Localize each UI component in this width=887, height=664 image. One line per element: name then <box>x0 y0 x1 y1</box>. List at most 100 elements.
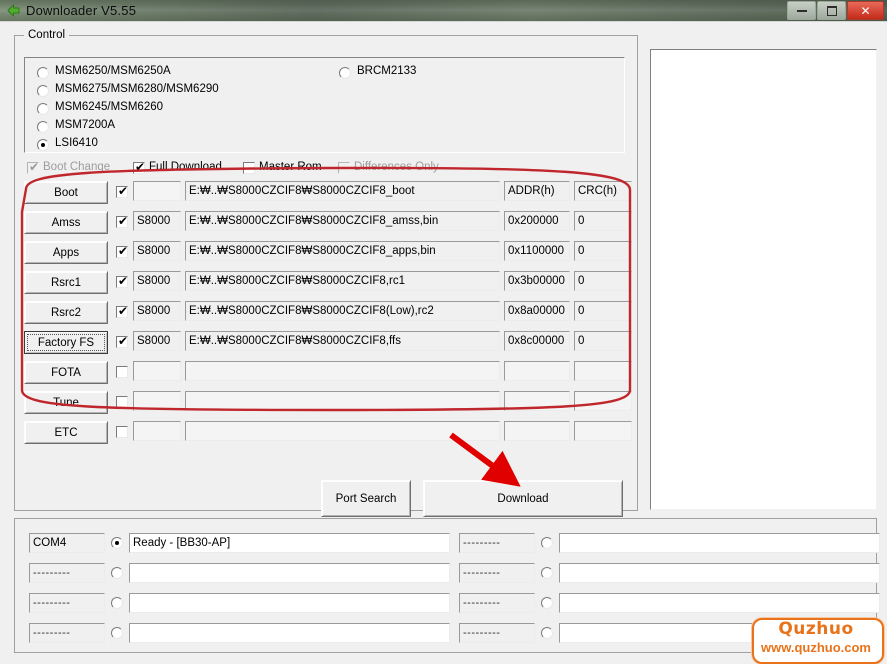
file-row-crc-field-3[interactable]: 0 <box>574 271 632 291</box>
file-row-enable-checkbox-3[interactable]: ✔ <box>116 275 128 288</box>
file-row-button-label: Tune <box>53 396 79 409</box>
minimize-button[interactable] <box>787 1 816 20</box>
radio-indicator[interactable] <box>37 67 49 79</box>
file-row-crc-field-6[interactable] <box>574 361 632 381</box>
file-row-model-field-3[interactable]: S8000 <box>133 271 181 291</box>
file-row-addr-field-6[interactable] <box>504 361 570 381</box>
file-row-enable-checkbox-4[interactable]: ✔ <box>116 305 128 318</box>
port-select-radio-ports-left-3[interactable] <box>111 627 123 639</box>
file-row-enable-checkbox-6[interactable] <box>116 366 128 378</box>
file-row-model-field-6[interactable] <box>133 361 181 381</box>
file-row-addr-field-2[interactable]: 0x1100000 <box>504 241 570 261</box>
log-listbox[interactable] <box>650 49 877 510</box>
file-row-addr-field-8[interactable] <box>504 421 570 441</box>
file-row-addr-field-7[interactable] <box>504 391 570 411</box>
file-row-enable-checkbox-5[interactable]: ✔ <box>116 335 128 348</box>
file-row-addr-field-0[interactable]: ADDR(h) <box>504 181 570 201</box>
port-select-radio-ports-right-2[interactable] <box>541 597 553 609</box>
file-row-button-amss[interactable]: Amss <box>24 211 108 234</box>
file-row-enable-checkbox-7[interactable] <box>116 396 128 408</box>
file-row-button-fota[interactable]: FOTA <box>24 361 108 384</box>
port-name-field-ports-left-2[interactable]: --------- <box>29 593 105 613</box>
port-name-field-ports-left-0[interactable]: COM4 <box>29 533 105 553</box>
file-row-crc-field-4[interactable]: 0 <box>574 301 632 321</box>
port-message-field-ports-right-2[interactable] <box>559 593 880 613</box>
file-row-addr-field-3[interactable]: 0x3b00000 <box>504 271 570 291</box>
port-select-radio-ports-right-1[interactable] <box>541 567 553 579</box>
file-row-model-field-2[interactable]: S8000 <box>133 241 181 261</box>
file-row-crc-field-2[interactable]: 0 <box>574 241 632 261</box>
port-name-field-ports-right-2[interactable]: --------- <box>459 593 535 613</box>
radio-indicator[interactable] <box>37 121 49 133</box>
file-row-button-tune[interactable]: Tune <box>24 391 108 414</box>
file-row-enable-checkbox-1[interactable]: ✔ <box>116 215 128 228</box>
file-row-path-field-4[interactable]: E:₩..₩S8000CZCIF8₩S8000CZCIF8(Low),rc2 <box>185 301 500 321</box>
port-message-field-ports-left-2[interactable] <box>129 593 450 613</box>
file-row-enable-checkbox-8[interactable] <box>116 426 128 438</box>
close-button[interactable]: ✕ <box>847 1 884 20</box>
port-name-field-ports-right-0[interactable]: --------- <box>459 533 535 553</box>
chipset-label: MSM6275/MSM6280/MSM6290 <box>55 83 219 95</box>
file-row-path-field-7[interactable] <box>185 391 500 411</box>
file-row-crc-field-5[interactable]: 0 <box>574 331 632 351</box>
checkbox-indicator[interactable]: ✔ <box>133 161 145 174</box>
file-row-button-etc[interactable]: ETC <box>24 421 108 444</box>
port-name-field-ports-right-1[interactable]: --------- <box>459 563 535 583</box>
radio-indicator[interactable] <box>339 67 351 79</box>
port-name-value: COM4 <box>33 537 67 549</box>
port-select-radio-ports-right-3[interactable] <box>541 627 553 639</box>
port-select-radio-ports-right-0[interactable] <box>541 537 553 549</box>
port-name-field-ports-left-3[interactable]: --------- <box>29 623 105 643</box>
port-select-radio-ports-left-2[interactable] <box>111 597 123 609</box>
file-row-model-field-4[interactable]: S8000 <box>133 301 181 321</box>
port-message-field-ports-left-3[interactable] <box>129 623 450 643</box>
file-row-button-factory-fs[interactable]: Factory FS <box>24 331 108 354</box>
checkbox-indicator[interactable] <box>243 162 255 174</box>
file-row-model-field-5[interactable]: S8000 <box>133 331 181 351</box>
file-row-path-field-2[interactable]: E:₩..₩S8000CZCIF8₩S8000CZCIF8_apps,bin <box>185 241 500 261</box>
port-message-value: Ready - [BB30-AP] <box>133 537 231 549</box>
file-row-addr-value: ADDR(h) <box>508 185 555 197</box>
port-name-value: --------- <box>463 567 501 579</box>
file-row-path-field-0[interactable]: E:₩..₩S8000CZCIF8₩S8000CZCIF8_boot <box>185 181 500 201</box>
file-row-model-field-7[interactable] <box>133 391 181 411</box>
port-search-button[interactable]: Port Search <box>321 480 411 517</box>
port-message-field-ports-right-1[interactable] <box>559 563 880 583</box>
download-button[interactable]: Download <box>423 480 623 517</box>
file-row-crc-field-0[interactable]: CRC(h) <box>574 181 632 201</box>
file-row-button-label: Boot <box>54 186 78 199</box>
file-row-button-rsrc2[interactable]: Rsrc2 <box>24 301 108 324</box>
file-row-path-field-8[interactable] <box>185 421 500 441</box>
file-row-button-boot[interactable]: Boot <box>24 181 108 204</box>
radio-indicator[interactable] <box>37 139 49 151</box>
file-row-crc-field-8[interactable] <box>574 421 632 441</box>
port-message-field-ports-left-1[interactable] <box>129 563 450 583</box>
port-name-field-ports-right-3[interactable]: --------- <box>459 623 535 643</box>
file-row-addr-field-5[interactable]: 0x8c00000 <box>504 331 570 351</box>
file-row-path-field-5[interactable]: E:₩..₩S8000CZCIF8₩S8000CZCIF8,ffs <box>185 331 500 351</box>
file-row-enable-checkbox-0[interactable]: ✔ <box>116 185 128 198</box>
file-row-enable-checkbox-2[interactable]: ✔ <box>116 245 128 258</box>
radio-indicator[interactable] <box>37 103 49 115</box>
port-message-field-ports-left-0[interactable]: Ready - [BB30-AP] <box>129 533 450 553</box>
file-row-path-field-1[interactable]: E:₩..₩S8000CZCIF8₩S8000CZCIF8_amss,bin <box>185 211 500 231</box>
file-row-path-field-3[interactable]: E:₩..₩S8000CZCIF8₩S8000CZCIF8,rc1 <box>185 271 500 291</box>
port-name-field-ports-left-1[interactable]: --------- <box>29 563 105 583</box>
file-row-button-rsrc1[interactable]: Rsrc1 <box>24 271 108 294</box>
file-row-crc-field-1[interactable]: 0 <box>574 211 632 231</box>
file-row-crc-field-7[interactable] <box>574 391 632 411</box>
file-row-path-field-6[interactable] <box>185 361 500 381</box>
file-row-model-field-0[interactable] <box>133 181 181 201</box>
maximize-button[interactable] <box>817 1 846 20</box>
port-select-radio-ports-left-1[interactable] <box>111 567 123 579</box>
file-row-model-field-8[interactable] <box>133 421 181 441</box>
file-row-model-field-1[interactable]: S8000 <box>133 211 181 231</box>
radio-indicator[interactable] <box>37 85 49 97</box>
file-row-addr-field-4[interactable]: 0x8a00000 <box>504 301 570 321</box>
file-row-path-value: E:₩..₩S8000CZCIF8₩S8000CZCIF8,ffs <box>189 335 401 347</box>
file-row-addr-field-1[interactable]: 0x200000 <box>504 211 570 231</box>
port-message-field-ports-right-0[interactable] <box>559 533 880 553</box>
file-row-button-apps[interactable]: Apps <box>24 241 108 264</box>
control-groupbox-label: Control <box>24 29 70 41</box>
port-select-radio-ports-left-0[interactable] <box>111 537 123 549</box>
